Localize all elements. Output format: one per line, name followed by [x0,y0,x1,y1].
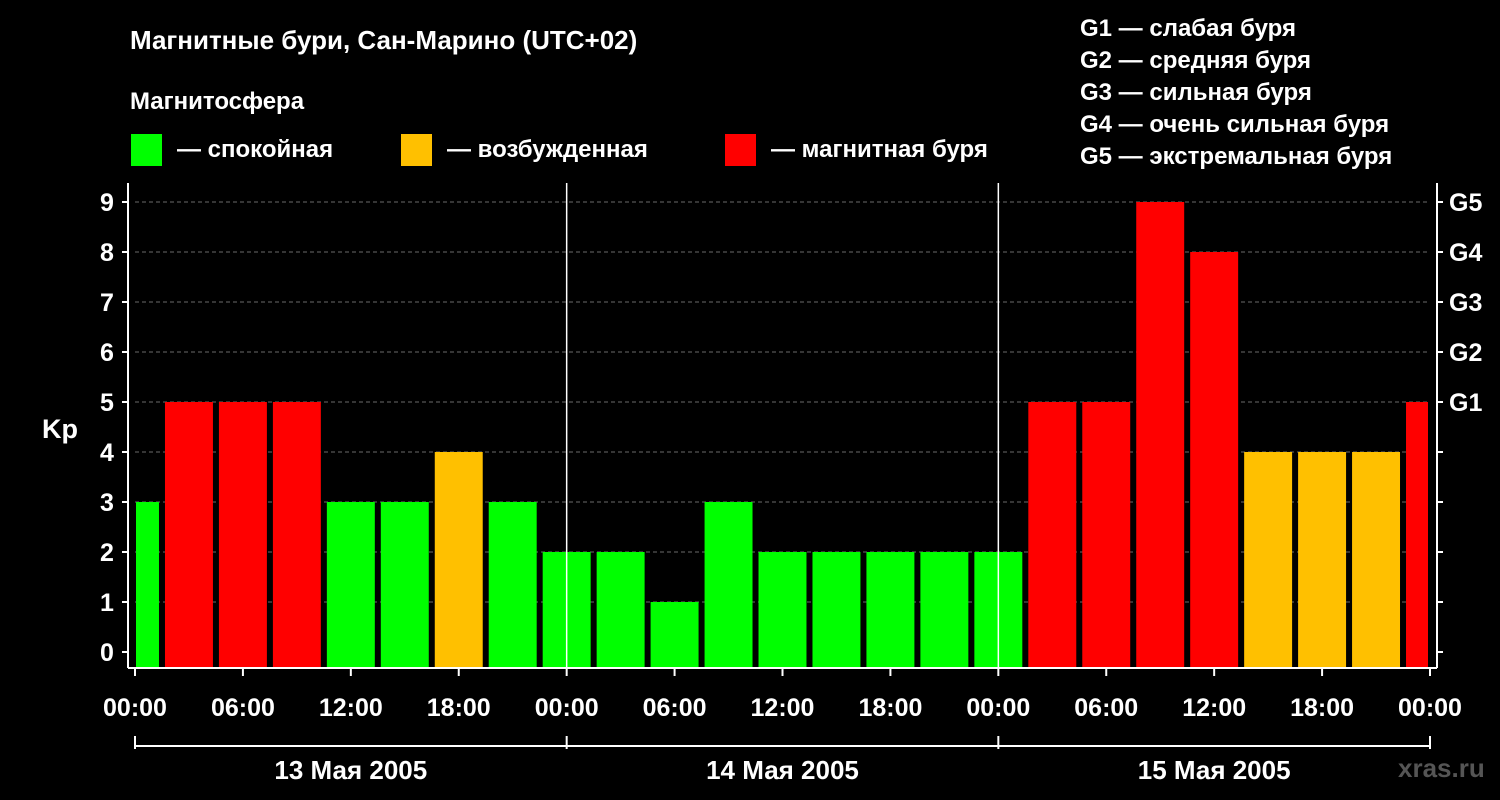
bar-17 [1028,402,1077,667]
x-tick-labels: 00:00 06:00 12:00 18:00 00:00 06:00 12:00 18:00… [103,668,1462,722]
legend-swatch-unsettled [401,134,432,166]
bar-7 [488,502,537,667]
g-scale-legend-g3: G3 — сильная буря [1080,79,1312,106]
x-tick-label-2: 12:00 [319,694,383,722]
bar-2 [218,402,267,667]
bar-15 [920,552,969,667]
x-tick-label-0: 00:00 [103,694,167,722]
y-tick-label-3: 3 [100,489,114,517]
bar-11 [704,502,753,667]
legend-swatch-storm [725,134,756,166]
x-tick-label-11: 18:00 [1290,694,1354,722]
legend-label-unsettled: — возбужденная [447,136,648,163]
magnetic-storm-chart: Магнитные бури, Сан-Марино (UTC+02) Магн… [42,15,1485,785]
g-tick-label-g2: G2 [1449,339,1482,367]
bar-14 [866,552,915,667]
g-tick-label-g3: G3 [1449,289,1482,317]
watermark: xras.ru [1398,753,1485,783]
y-tick-label-7: 7 [100,289,114,317]
bar-10 [650,602,699,667]
bar-4 [326,502,375,667]
y-tick-label-6: 6 [100,339,114,367]
g-scale-legend-g1: G1 — слабая буря [1080,15,1296,42]
bar-13 [812,552,861,667]
g-tick-label-g5: G5 [1449,189,1482,217]
bar-3 [272,402,321,667]
g-scale-legend-g4: G4 — очень сильная буря [1080,111,1389,138]
y-tick-labels: 0 1 2 3 4 5 6 7 8 9 [100,189,128,667]
chart-title: Магнитные бури, Сан-Марино (UTC+02) [130,25,637,55]
y-tick-label-9: 9 [100,189,114,217]
bar-22 [1298,452,1347,667]
y-axis-label: Kp [42,414,78,444]
bar-18 [1082,402,1131,667]
g-scale-legend-g2: G2 — средняя буря [1080,47,1311,74]
g-scale-legend-g5: G5 — экстремальная буря [1080,143,1392,170]
day-label-2: 15 Мая 2005 [1138,755,1291,785]
day-label-1: 14 Мая 2005 [706,755,859,785]
legend-label-storm: — магнитная буря [771,136,988,163]
legend-title: Магнитосфера [130,88,305,115]
x-tick-label-5: 06:00 [643,694,707,722]
bar-23 [1352,452,1401,667]
x-tick-label-8: 00:00 [966,694,1030,722]
bar-12 [758,552,807,667]
bar-0 [136,502,159,667]
y-tick-label-5: 5 [100,389,114,417]
x-tick-label-6: 12:00 [751,694,815,722]
y-tick-label-1: 1 [100,589,114,617]
x-tick-label-3: 18:00 [427,694,491,722]
g-scale-tick-labels: G1 G2 G3 G4 G5 [1437,189,1482,653]
day-label-0: 13 Мая 2005 [274,755,427,785]
x-tick-label-9: 06:00 [1074,694,1138,722]
bar-21 [1244,452,1293,667]
x-tick-label-12: 00:00 [1398,694,1462,722]
y-tick-label-4: 4 [100,439,114,467]
bar-19 [1136,202,1185,667]
bar-1 [164,402,213,667]
g-tick-label-g1: G1 [1449,389,1482,417]
x-tick-label-4: 00:00 [535,694,599,722]
bar-24 [1406,402,1428,667]
g-tick-label-g4: G4 [1449,239,1482,267]
y-tick-label-8: 8 [100,239,114,267]
bar-9 [596,552,645,667]
x-tick-label-7: 18:00 [858,694,922,722]
bar-6 [434,452,483,667]
legend-swatch-quiet [131,134,162,166]
bars [136,202,1428,667]
bar-20 [1190,252,1239,667]
x-tick-label-10: 12:00 [1182,694,1246,722]
legend-label-quiet: — спокойная [177,136,333,163]
y-tick-label-0: 0 [100,639,114,667]
day-labels: 13 Мая 2005 14 Мая 2005 15 Мая 2005 [134,736,1431,785]
y-tick-label-2: 2 [100,539,114,567]
x-tick-label-1: 06:00 [211,694,275,722]
bar-5 [380,502,429,667]
